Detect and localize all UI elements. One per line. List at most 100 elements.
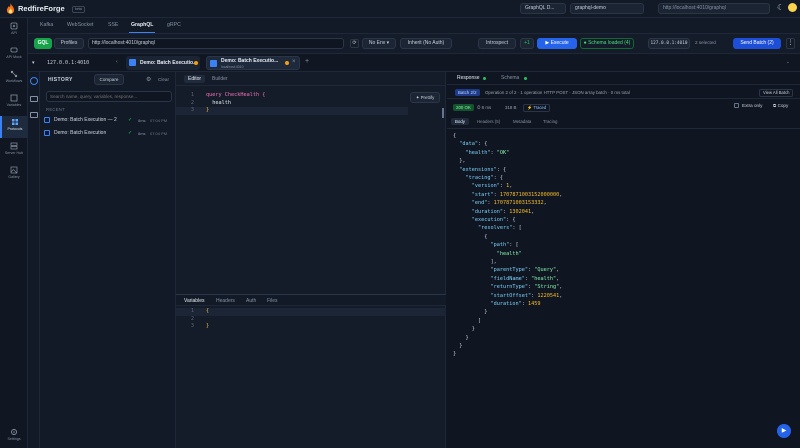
tab-tracing[interactable]: Tracing (543, 119, 557, 124)
code-line-2: health (206, 99, 231, 106)
history-item[interactable]: Demo: Batch Execution ✓ 8ms 07:04 PM (44, 128, 174, 140)
rail-item-api[interactable]: API (0, 20, 28, 42)
rail-label: Protocols (7, 127, 23, 131)
gear-icon[interactable]: ⚙ (146, 76, 151, 83)
rail-label: Server Hub (4, 151, 24, 155)
tab-auth[interactable]: Auth (246, 298, 256, 304)
tab-variables[interactable]: Variables (184, 298, 204, 304)
rail-item-protocols[interactable]: Protocols (0, 116, 28, 138)
line-number: 3 (190, 107, 194, 113)
compare-button[interactable]: Compare (94, 74, 124, 85)
var-line-3: } (206, 323, 210, 329)
tab-response-headers[interactable]: Headers (5) (477, 119, 500, 124)
url-display-text: http://localhost:4010/graphql (663, 5, 726, 11)
response-line: "fieldName": "health", (490, 275, 560, 282)
response-line: "returnType": "String", (490, 284, 563, 291)
request-tabs: ▾ 127.0.0.1:4010 ‹ Demo: Batch Executio.… (28, 54, 800, 72)
code-line-3: } (206, 107, 210, 113)
clock-icon[interactable] (30, 77, 38, 85)
environment-select[interactable]: graphql-demo (570, 3, 644, 14)
tab-overflow-icon[interactable]: ⌄ (786, 59, 790, 65)
tab-metadata[interactable]: Metadata (513, 119, 531, 124)
workflow-icon (10, 70, 18, 78)
success-check-icon: ✓ (128, 130, 133, 136)
schema-status-label: Schema loaded (4) (588, 40, 631, 46)
tab-websocket[interactable]: WebSocket (67, 22, 93, 28)
editor-scrollbar[interactable] (442, 108, 444, 118)
request-tab-1[interactable]: Demo: Batch Executio... (126, 56, 200, 70)
tab-body[interactable]: Body (451, 118, 470, 125)
tab-headers[interactable]: Headers (216, 298, 235, 304)
response-line: "duration": 1302041, (471, 208, 535, 215)
response-line: { (453, 233, 488, 240)
rail-label: API (11, 31, 17, 35)
tab-files[interactable]: Files (267, 298, 278, 304)
chevron-icon[interactable]: ▾ (32, 60, 35, 66)
tab-response[interactable]: Response (457, 75, 480, 81)
execute-button[interactable]: ▶ Execute (537, 38, 577, 49)
line-number: 1 (190, 308, 194, 314)
close-icon[interactable]: × (292, 59, 296, 65)
request-tab-2[interactable]: Demo: Batch Executio... localhost:4010 × (206, 56, 300, 70)
code-area[interactable]: 1 query CheckHealth { 2 health 3} (176, 92, 408, 122)
traced-badge[interactable]: ⚡ Traced (523, 103, 551, 112)
folder-icon[interactable] (30, 112, 38, 118)
view-all-batch-button[interactable]: View All Batch (759, 89, 794, 97)
url-display[interactable]: http://localhost:4010/graphql (658, 3, 770, 14)
avatar[interactable] (788, 3, 797, 12)
prettify-button[interactable]: ✦ Prettify (410, 92, 440, 103)
method-badge[interactable]: GQL (34, 38, 52, 49)
profiles-button[interactable]: Profiles (54, 38, 84, 49)
response-body[interactable]: { "data": { "health": "OK" }, "extension… (453, 133, 793, 373)
variables-tabs: Variables Headers Auth Files (176, 294, 446, 306)
tab-schema[interactable]: Schema (501, 75, 519, 81)
variables-editor[interactable]: 1 { 2 3} (176, 308, 446, 332)
response-line: "start": 1707871003152000000, (471, 191, 563, 198)
tab-builder[interactable]: Builder (212, 76, 228, 82)
history-item[interactable]: Demo: Batch Execution — 2 ✓ 8ms 07:04 PM (44, 115, 174, 127)
tab-graphql[interactable]: GraphQL (128, 22, 157, 33)
rail-item-variables[interactable]: Variables (0, 92, 28, 114)
request-bar: GQL Profiles http://localhost:4010/graph… (28, 34, 800, 54)
workspace-select[interactable]: GraphQL D... (520, 3, 566, 14)
workspace-label: GraphQL D... (525, 5, 555, 11)
host-label: 127.0.0.1:4010 (47, 60, 90, 66)
url-input[interactable]: http://localhost:4010/graphql (88, 38, 344, 49)
rail-item-server-hub[interactable]: Server Hub (0, 140, 28, 162)
rail-item-api-mock[interactable]: API Mock (0, 44, 28, 66)
env-select[interactable]: No Env ▾ (362, 38, 396, 49)
copy-button[interactable]: ⧉ Copy (773, 103, 788, 108)
tab-kafka[interactable]: Kafka (40, 22, 53, 28)
response-status-dot (483, 77, 486, 80)
schema-status-dot (524, 77, 527, 80)
batch-label[interactable]: Batch 2/2 (455, 89, 480, 96)
response-line: } (453, 334, 469, 341)
collections-icon[interactable] (30, 96, 38, 102)
response-line: "path": [ (490, 242, 519, 249)
history-search-input[interactable] (46, 91, 172, 102)
app-window: RedfireForge beta GraphQL D... graphql-d… (0, 0, 800, 448)
response-line: } (453, 326, 475, 333)
environment-label: graphql-demo (575, 5, 606, 11)
clear-button[interactable]: Clear (158, 77, 169, 82)
line-number: 2 (190, 99, 194, 106)
tab-editor[interactable]: Editor (184, 75, 206, 83)
tab-sse[interactable]: SSE (108, 22, 118, 28)
tab-subtitle: localhost:4010 (221, 64, 244, 69)
auth-select[interactable]: Inherit (No Auth) (400, 38, 452, 49)
rail-item-gallery[interactable]: Gallery (0, 164, 28, 186)
code-line-1: query CheckHealth { (206, 92, 266, 98)
tab-grpc[interactable]: gRPC (167, 22, 181, 28)
add-tab-icon[interactable]: + (305, 58, 309, 65)
theme-toggle-icon[interactable]: ☾ (777, 3, 784, 12)
rail-item-settings[interactable]: Settings (0, 426, 28, 448)
extra-only-checkbox[interactable] (734, 103, 739, 108)
play-fab-icon[interactable]: ▶ (777, 424, 791, 438)
introspect-button[interactable]: Introspect (478, 38, 516, 49)
more-options-icon[interactable]: ⋮ (786, 38, 795, 49)
rail-item-workflows[interactable]: Workflows (0, 68, 28, 90)
host-chip: 127.0.0.1:4010 (648, 38, 690, 49)
send-batch-button[interactable]: Send Batch (2) (733, 38, 781, 49)
history-toggle-icon[interactable]: ‹ (116, 59, 118, 65)
refresh-icon[interactable]: ⟳ (350, 39, 359, 48)
